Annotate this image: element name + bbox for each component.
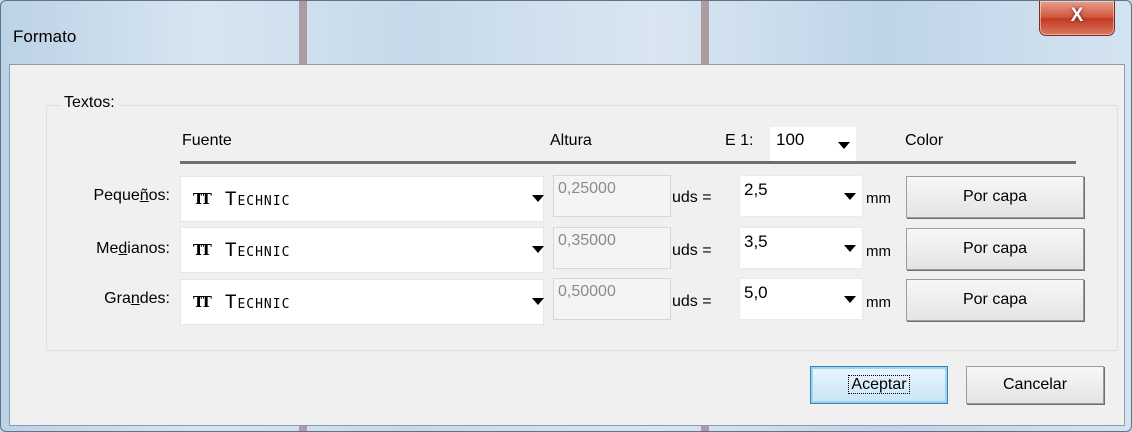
dialog-window: Formato X Textos: Fuente Altura E 1: 100… (0, 0, 1132, 432)
mm-label: mm (866, 243, 891, 260)
chevron-down-icon[interactable] (532, 246, 544, 253)
size-value: 2,5 (744, 180, 768, 199)
color-column-header: Color (905, 132, 944, 149)
font-select-small[interactable]: TT Technic (180, 176, 544, 222)
row-label-small: Pequeños: (93, 187, 170, 204)
dialog-client-area: Textos: Fuente Altura E 1: 100 Color Peq… (9, 64, 1125, 426)
color-button-small[interactable]: Por capa (906, 176, 1084, 218)
font-select-medium[interactable]: TT Technic (180, 227, 544, 273)
row-label-medium: Medianos: (96, 240, 170, 257)
truetype-font-icon: TT (193, 241, 212, 259)
chevron-down-icon[interactable] (838, 142, 850, 149)
height-column-header: Altura (550, 132, 592, 149)
height-field-large[interactable]: 0,50000 (553, 278, 671, 320)
scale-label: E 1: (725, 132, 754, 149)
title-bar[interactable]: Formato X (1, 1, 1131, 63)
font-name: Technic (225, 239, 291, 261)
chevron-down-icon[interactable] (844, 245, 856, 252)
close-icon: X (1070, 5, 1084, 26)
chevron-down-icon[interactable] (844, 193, 856, 200)
height-field-small[interactable]: 0,25000 (553, 175, 671, 217)
chevron-down-icon[interactable] (844, 296, 856, 303)
color-button-large[interactable]: Por capa (906, 279, 1084, 321)
row-label-large: Grandes: (104, 290, 170, 307)
chevron-down-icon[interactable] (532, 298, 544, 305)
size-select-small[interactable]: 2,5 (739, 175, 863, 217)
units-label: uds = (672, 293, 712, 310)
font-select-large[interactable]: TT Technic (180, 279, 544, 325)
header-divider (180, 161, 1076, 164)
units-label: uds = (672, 189, 712, 206)
scale-select[interactable]: 100 (770, 127, 856, 161)
font-column-header: Fuente (182, 132, 232, 149)
group-label: Textos: (60, 94, 119, 112)
font-name: Technic (225, 188, 291, 210)
truetype-font-icon: TT (193, 293, 212, 311)
close-button[interactable]: X (1039, 1, 1115, 36)
font-name: Technic (225, 291, 291, 313)
mm-label: mm (866, 190, 891, 207)
size-select-medium[interactable]: 3,5 (739, 227, 863, 269)
color-button-medium[interactable]: Por capa (906, 228, 1084, 270)
accept-button[interactable]: Aceptar (810, 366, 948, 404)
mm-label: mm (866, 294, 891, 311)
size-value: 5,0 (744, 283, 768, 302)
size-value: 3,5 (744, 232, 768, 251)
truetype-font-icon: TT (193, 190, 212, 208)
chevron-down-icon[interactable] (532, 195, 544, 202)
cancel-button[interactable]: Cancelar (966, 366, 1104, 404)
window-title: Formato (13, 27, 77, 46)
scale-value: 100 (776, 130, 805, 149)
size-select-large[interactable]: 5,0 (739, 278, 863, 320)
units-label: uds = (672, 242, 712, 259)
height-field-medium[interactable]: 0,35000 (553, 227, 671, 269)
